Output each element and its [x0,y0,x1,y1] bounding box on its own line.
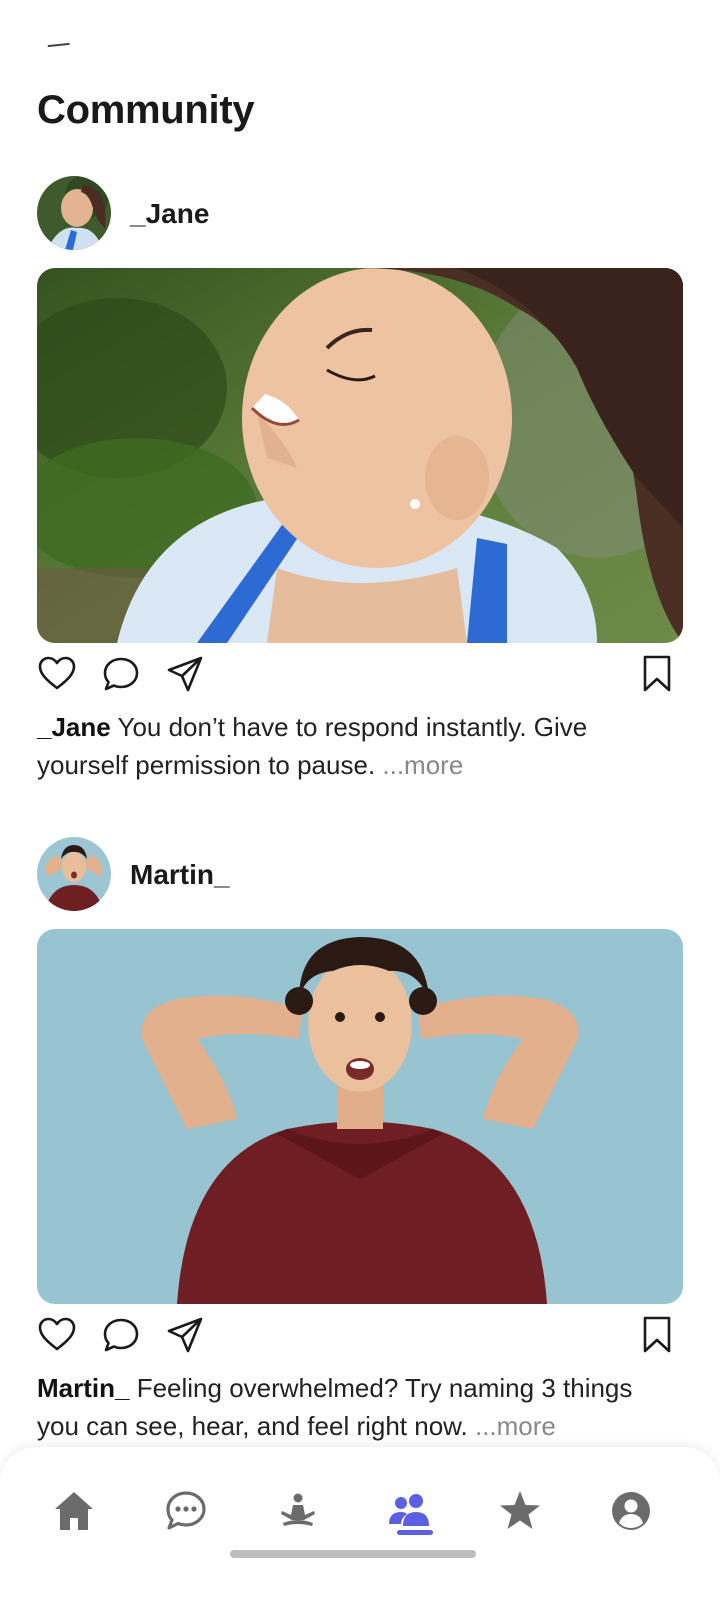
post-username[interactable]: Martin_ [130,859,230,891]
nav-item-favorites[interactable] [492,1483,548,1539]
bookmark-icon[interactable] [637,654,677,694]
post-card: _Jane _Jane You don’t have to respond in… [37,176,683,786]
chat-bubble-icon [166,1491,206,1530]
comment-icon[interactable] [101,654,141,694]
post-caption: Martin_ Feeling overwhelmed? Try naming … [37,1369,677,1445]
send-icon[interactable] [165,654,205,694]
avatar[interactable] [37,837,111,911]
heart-icon[interactable] [37,654,77,694]
post-header: Martin_ [37,837,683,913]
post-actions [37,1315,683,1355]
star-icon [500,1491,540,1529]
caption-text: You don’t have to respond instantly. Giv… [37,712,588,780]
meditation-icon [281,1493,315,1526]
nav-item-profile[interactable] [603,1483,659,1539]
heart-icon[interactable] [37,1315,77,1355]
nav-item-home[interactable] [46,1483,102,1539]
home-icon [55,1492,93,1530]
profile-icon [612,1492,650,1530]
status-bar-mark [47,42,71,54]
home-indicator-bar [230,1550,476,1558]
post-image [37,929,683,1304]
community-icon [389,1494,429,1526]
caption-username[interactable]: Martin_ [37,1373,129,1403]
caption-username[interactable]: _Jane [37,712,111,742]
page-title: Community [37,88,255,132]
nav-item-meditate[interactable] [270,1483,326,1539]
avatar[interactable] [37,176,111,250]
post-card: Martin_ Martin_ Feeling overwhelmed? Try… [37,837,683,1447]
post-header: _Jane [37,176,683,252]
bookmark-icon[interactable] [637,1315,677,1355]
more-link[interactable]: ...more [382,750,463,780]
post-username[interactable]: _Jane [130,198,209,230]
active-tab-indicator [397,1530,433,1535]
post-caption: _Jane You don’t have to respond instantl… [37,708,677,784]
post-image [37,268,683,643]
nav-item-chat[interactable] [158,1483,214,1539]
more-link[interactable]: ...more [475,1411,556,1441]
send-icon[interactable] [165,1315,205,1355]
bottom-nav [0,1447,720,1600]
comment-icon[interactable] [101,1315,141,1355]
post-actions [37,654,683,694]
